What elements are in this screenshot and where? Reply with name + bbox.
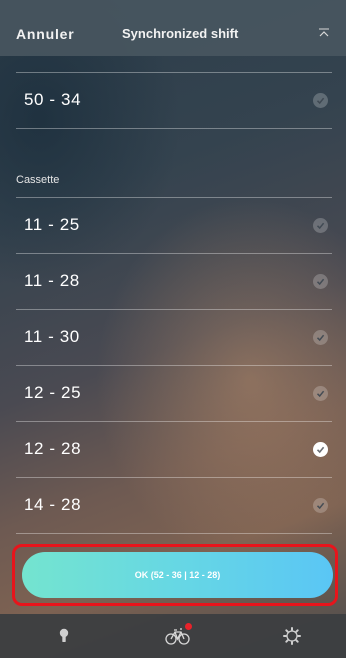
list-item-cassette-12-25[interactable]: 12 - 25 <box>0 366 346 421</box>
check-icon <box>313 498 328 513</box>
app-screen: Annuler Synchronized shift 50 - 34 Casse… <box>0 0 346 658</box>
list-item-chainring-50-34[interactable]: 50 - 34 <box>0 73 346 128</box>
list-item-cassette-12-28[interactable]: 12 - 28 <box>0 422 346 477</box>
list-item-cassette-11-28[interactable]: 11 - 28 <box>0 254 346 309</box>
list-item-cassette-11-25[interactable]: 11 - 25 <box>0 198 346 253</box>
cancel-button[interactable]: Annuler <box>16 26 75 42</box>
divider <box>16 533 332 534</box>
divider <box>16 128 332 129</box>
lightbulb-icon[interactable] <box>52 624 76 648</box>
chevron-up-icon[interactable] <box>318 26 330 38</box>
list-item-label: 11 - 30 <box>24 327 80 346</box>
list-item-cassette-14-28[interactable]: 14 - 28 <box>0 478 346 533</box>
list-item-label: 14 - 28 <box>24 495 82 514</box>
check-icon <box>313 274 328 289</box>
check-icon <box>313 218 328 233</box>
list-item-label: 12 - 28 <box>24 439 82 458</box>
list-item-label: 11 - 28 <box>24 271 80 290</box>
list-item-label: 50 - 34 <box>24 90 82 109</box>
list-item-label: 11 - 25 <box>24 215 80 234</box>
page-title: Synchronized shift <box>122 26 239 41</box>
gear-icon[interactable] <box>280 624 304 648</box>
check-icon <box>313 330 328 345</box>
check-icon-selected <box>313 442 328 457</box>
ok-button-label: OK (52 - 36 | 12 - 28) <box>134 570 221 580</box>
bicycle-icon[interactable] <box>164 623 194 648</box>
check-icon <box>313 93 328 108</box>
list-item-cassette-11-30[interactable]: 11 - 30 <box>0 310 346 365</box>
check-icon <box>313 386 328 401</box>
notification-dot <box>185 623 192 630</box>
ok-button[interactable]: OK (52 - 36 | 12 - 28) <box>22 552 333 598</box>
tab-bar <box>0 614 346 658</box>
list-item-label: 12 - 25 <box>24 383 82 402</box>
header-bar: Annuler Synchronized shift <box>0 0 346 56</box>
section-label-cassette: Cassette <box>16 174 60 186</box>
